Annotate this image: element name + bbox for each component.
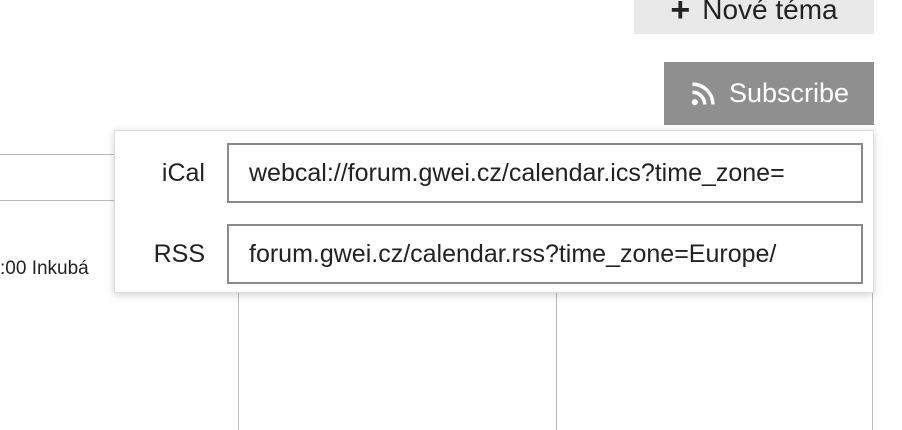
subscribe-popup: iCal webcal://forum.gwei.cz/calendar.ics… <box>114 130 874 293</box>
ical-url-field[interactable]: webcal://forum.gwei.cz/calendar.ics?time… <box>227 143 863 203</box>
plus-icon: + <box>670 0 691 29</box>
ical-row: iCal webcal://forum.gwei.cz/calendar.ics… <box>115 143 863 203</box>
new-topic-button[interactable]: + Nové téma <box>634 0 874 34</box>
new-topic-label: Nové téma <box>702 0 838 25</box>
subscribe-button[interactable]: Subscribe <box>664 62 874 125</box>
rss-icon <box>691 81 715 105</box>
calendar-column-divider <box>556 290 557 430</box>
rss-label: RSS <box>153 239 205 268</box>
rss-row: RSS forum.gwei.cz/calendar.rss?time_zone… <box>115 224 863 284</box>
calendar-column-divider <box>872 290 873 430</box>
calendar-header-border <box>0 154 120 155</box>
calendar-column-divider <box>238 290 239 430</box>
ical-label: iCal <box>161 158 205 187</box>
calendar-row-border <box>0 200 120 201</box>
calendar-event[interactable]: :00 Inkubá <box>0 258 120 280</box>
subscribe-label: Subscribe <box>728 78 850 108</box>
rss-url-field[interactable]: forum.gwei.cz/calendar.rss?time_zone=Eur… <box>227 224 863 284</box>
